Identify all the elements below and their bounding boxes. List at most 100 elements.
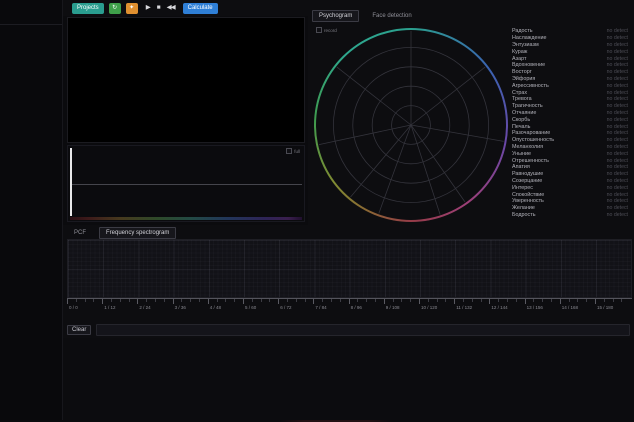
stop-icon[interactable]: ■ xyxy=(157,5,160,12)
axis-tick xyxy=(366,299,367,302)
axis-tick xyxy=(85,299,86,302)
play-icon[interactable]: ▶ xyxy=(146,5,150,12)
axis-tick xyxy=(560,299,561,304)
waveform-zero-line xyxy=(72,184,302,185)
axis-label: 1 / 12 xyxy=(104,305,115,310)
emotion-status: no detect xyxy=(607,158,628,164)
emotion-status: no detect xyxy=(607,110,628,116)
axis-tick xyxy=(313,299,314,304)
checkbox-icon xyxy=(286,148,292,154)
emotion-status: no detect xyxy=(607,56,628,62)
axis-tick xyxy=(331,299,332,302)
axis-tick xyxy=(164,299,165,302)
emotion-status: no detect xyxy=(607,178,628,184)
emotion-name: Уныние xyxy=(512,151,531,157)
axis-tick xyxy=(613,299,614,302)
axis-tick xyxy=(305,299,306,302)
axis-label: 9 / 108 xyxy=(386,305,400,310)
emotion-row: Эйфорияno detect xyxy=(508,76,634,83)
emotion-row: Меланхолияno detect xyxy=(508,144,634,151)
axis-tick xyxy=(542,299,543,302)
emotion-list: Радостьno detectНаслаждениеno detectЭнту… xyxy=(508,28,634,219)
axis-tick xyxy=(261,299,262,302)
axis-tick xyxy=(120,299,121,302)
axis-label: 4 / 48 xyxy=(210,305,221,310)
tab-pcf[interactable]: PCF xyxy=(67,227,93,239)
axis-tick xyxy=(375,299,376,302)
axis-tick xyxy=(269,299,270,302)
axis-label: 13 / 156 xyxy=(527,305,543,310)
axis-tick xyxy=(463,299,464,302)
rewind-icon[interactable]: ◀◀ xyxy=(167,5,175,12)
emotion-row: Скорбьno detect xyxy=(508,116,634,123)
sidebar-divider xyxy=(0,24,62,25)
axis-tick xyxy=(454,299,455,304)
emotion-row: Опустошенностьno detect xyxy=(508,137,634,144)
axis-tick xyxy=(76,299,77,302)
emotion-name: Равнодушие xyxy=(512,171,543,177)
emotion-status: no detect xyxy=(607,164,628,170)
spectrogram-axis: 0 / 01 / 122 / 243 / 364 / 485 / 606 / 7… xyxy=(67,298,632,313)
axis-label: 14 / 168 xyxy=(562,305,578,310)
tab-psychogram[interactable]: Psychogram xyxy=(312,10,359,22)
emotion-name: Отрешенность xyxy=(512,158,549,164)
emotion-row: Страхno detect xyxy=(508,89,634,96)
axis-tick xyxy=(410,299,411,302)
axis-tick xyxy=(393,299,394,302)
axis-label: 3 / 36 xyxy=(175,305,186,310)
axis-tick xyxy=(217,299,218,302)
emotion-name: Опустошенность xyxy=(512,137,554,143)
app-window: Projects ↻ ✦ ▶ ■ ◀◀ Calculate full Psych… xyxy=(0,0,634,422)
axis-tick xyxy=(296,299,297,302)
axis-tick xyxy=(278,299,279,304)
star-icon: ✦ xyxy=(129,5,134,11)
left-sidebar xyxy=(0,0,63,422)
emotion-status: no detect xyxy=(607,28,628,34)
axis-tick xyxy=(384,299,385,304)
star-button[interactable]: ✦ xyxy=(126,3,138,14)
spectrum-color-strip xyxy=(70,217,302,220)
emotion-name: Тревога xyxy=(512,96,532,102)
emotion-row: Бодростьno detect xyxy=(508,212,634,219)
axis-tick xyxy=(533,299,534,302)
clear-button[interactable]: Clear xyxy=(67,325,91,335)
emotion-status: no detect xyxy=(607,103,628,109)
emotion-status: no detect xyxy=(607,96,628,102)
emotion-name: Апатия xyxy=(512,164,530,170)
emotion-name: Желание xyxy=(512,205,535,211)
projects-button[interactable]: Projects xyxy=(72,3,104,14)
playhead-cursor[interactable] xyxy=(70,148,72,216)
emotion-row: Желаниеno detect xyxy=(508,205,634,212)
emotion-name: Бодрость xyxy=(512,212,536,218)
emotion-row: Созерцаниеno detect xyxy=(508,178,634,185)
axis-tick xyxy=(507,299,508,302)
axis-tick xyxy=(516,299,517,302)
log-input-bar[interactable] xyxy=(96,324,630,336)
axis-tick xyxy=(349,299,350,304)
spectrogram-plot xyxy=(67,239,632,298)
emotion-name: Энтузиазм xyxy=(512,42,539,48)
axis-label: 12 / 144 xyxy=(491,305,507,310)
emotion-row: Апатия no detect xyxy=(508,164,634,171)
calculate-button[interactable]: Calculate xyxy=(183,3,218,14)
emotion-name: Кураж xyxy=(512,49,527,55)
axis-tick xyxy=(129,299,130,302)
tab-face-detection[interactable]: Face detection xyxy=(365,10,418,22)
axis-tick xyxy=(577,299,578,302)
full-checkbox[interactable]: full xyxy=(286,148,300,154)
emotion-name: Наслаждение xyxy=(512,35,546,41)
axis-tick xyxy=(357,299,358,302)
emotion-row: Печальno detect xyxy=(508,123,634,130)
full-checkbox-label: full xyxy=(294,149,300,154)
emotion-status: no detect xyxy=(607,185,628,191)
emotion-row: Трагичностьno detect xyxy=(508,103,634,110)
emotion-status: no detect xyxy=(607,35,628,41)
emotion-row: Спокойствиеno detect xyxy=(508,191,634,198)
refresh-button[interactable]: ↻ xyxy=(109,3,121,14)
axis-tick xyxy=(190,299,191,302)
emotion-row: Разочарованиеno detect xyxy=(508,130,634,137)
axis-tick xyxy=(137,299,138,304)
axis-tick xyxy=(208,299,209,304)
tab-frequency-spectrogram[interactable]: Frequency spectrogram xyxy=(99,227,176,239)
axis-tick xyxy=(199,299,200,302)
